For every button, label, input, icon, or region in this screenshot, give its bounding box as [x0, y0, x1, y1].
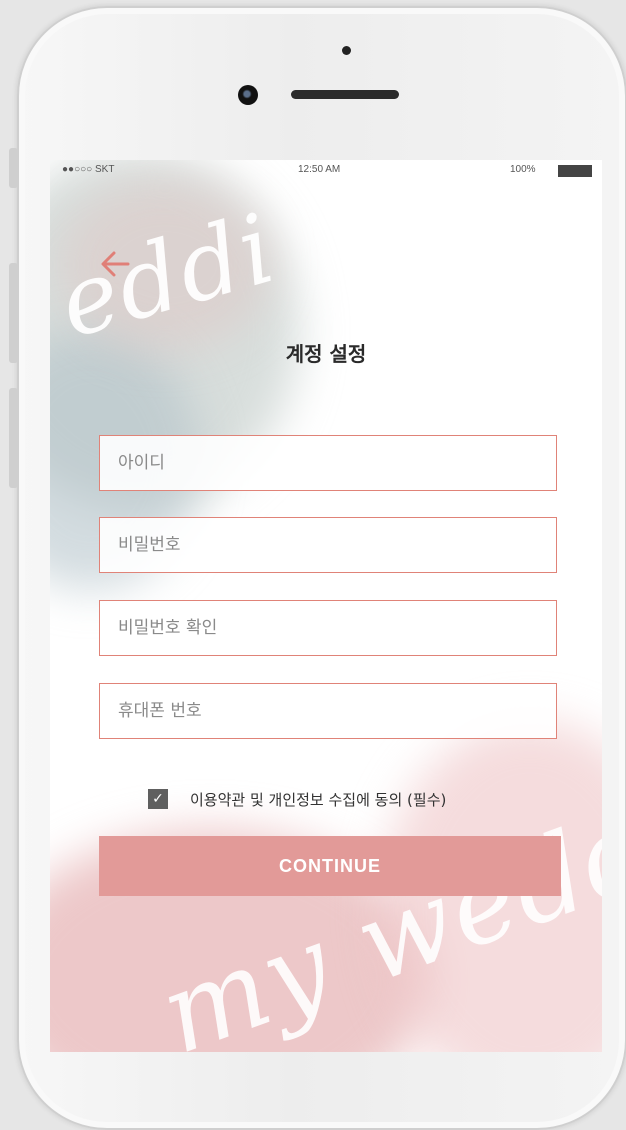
password-confirm-input[interactable]: [100, 601, 556, 655]
mute-switch: [9, 148, 18, 188]
proximity-sensor: [342, 46, 351, 55]
front-camera: [238, 85, 258, 105]
phone-input[interactable]: [100, 684, 556, 738]
carrier-signal: ●●○○○ SKT: [62, 164, 115, 175]
earpiece-speaker: [291, 90, 399, 99]
password-confirm-field[interactable]: [99, 600, 557, 656]
agreement-row[interactable]: ✓ 이용약관 및 개인정보 수집에 동의 (필수): [148, 785, 568, 813]
id-field[interactable]: [99, 435, 557, 491]
continue-button[interactable]: CONTINUE: [99, 836, 561, 896]
status-bar: ●●○○○ SKT 12:50 AM 100%: [50, 160, 602, 180]
id-input[interactable]: [100, 436, 556, 490]
status-time: 12:50 AM: [298, 164, 341, 175]
battery-icon: [558, 165, 592, 177]
password-input[interactable]: [100, 518, 556, 572]
phone-field[interactable]: [99, 683, 557, 739]
volume-up-button: [9, 263, 18, 363]
agreement-checkbox[interactable]: ✓: [148, 789, 168, 809]
battery-percent: 100%: [510, 164, 536, 175]
back-button[interactable]: [96, 246, 134, 282]
volume-down-button: [9, 388, 18, 488]
agreement-label: 이용약관 및 개인정보 수집에 동의 (필수): [190, 791, 447, 809]
app-screen: ●●○○○ SKT 12:50 AM 100% eddi my weddi 계정…: [50, 160, 602, 1052]
arrow-left-icon: [101, 251, 130, 277]
page-title: 계정 설정: [285, 342, 367, 366]
password-field[interactable]: [99, 517, 557, 573]
